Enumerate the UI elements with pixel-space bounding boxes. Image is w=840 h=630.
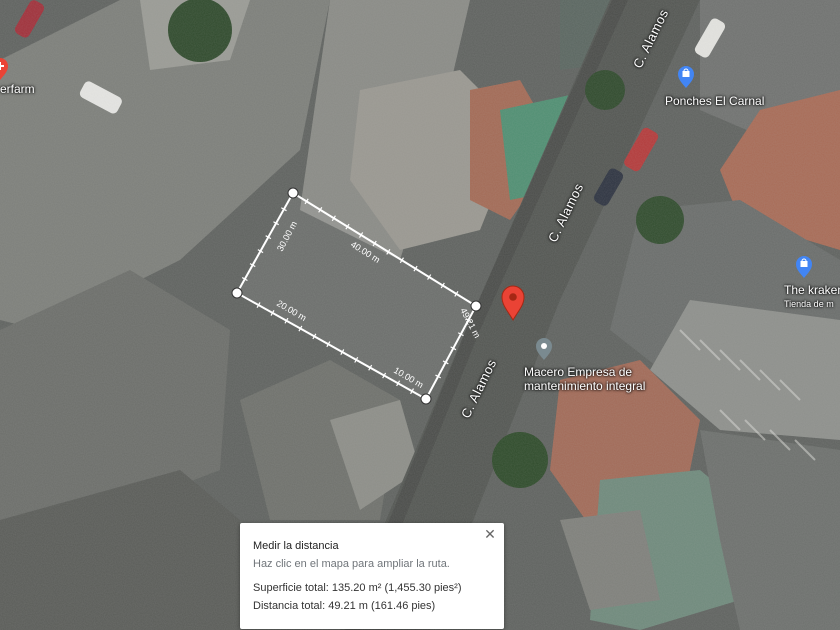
total-area: Superficie total: 135.20 m² (1,455.30 pi…	[253, 582, 462, 594]
poi-label-kraken[interactable]: The kraken	[784, 283, 840, 297]
vertex-handle[interactable]	[420, 393, 432, 405]
vertex-handle[interactable]	[231, 287, 243, 299]
panel-hint: Haz clic en el mapa para ampliar la ruta…	[253, 558, 450, 570]
poi-sublabel-kraken: Tienda de m	[784, 299, 834, 309]
vertex-handle[interactable]	[470, 300, 482, 312]
poi-label-macero-line1[interactable]: Macero Empresa de	[524, 365, 632, 379]
vertex-handle[interactable]	[287, 187, 299, 199]
poi-label-ponches[interactable]: Ponches El Carnal	[665, 94, 764, 108]
poi-label-macero-line2[interactable]: mantenimiento integral	[524, 379, 645, 393]
close-icon[interactable]: ✕	[482, 526, 498, 542]
measure-distance-panel: ✕ Medir la distancia Haz clic en el mapa…	[240, 523, 504, 629]
total-distance: Distancia total: 49.21 m (161.46 pies)	[253, 600, 436, 612]
panel-title: Medir la distancia	[253, 540, 339, 552]
poi-label-erfarm[interactable]: erfarm	[0, 82, 35, 96]
